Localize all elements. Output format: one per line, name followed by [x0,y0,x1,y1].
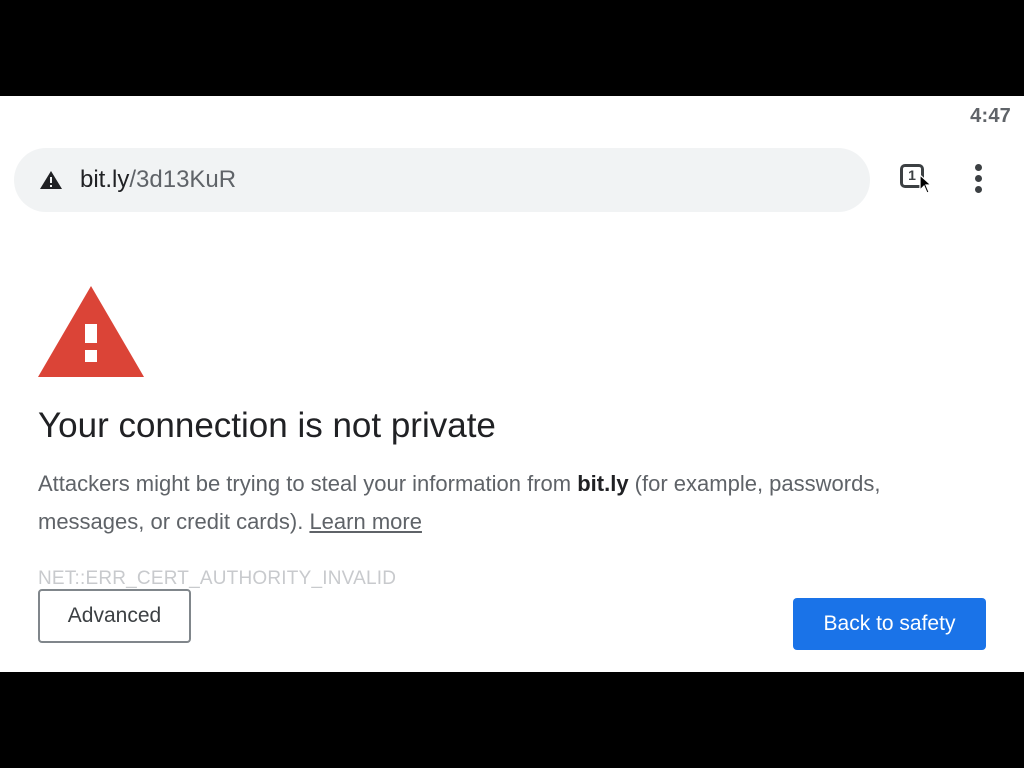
status-bar-time: 4:47 [970,105,1011,127]
menu-dot [975,164,982,171]
message-host: bit.ly [577,471,629,496]
tab-switcher-button[interactable]: 1 [900,164,933,194]
letterbox-top [0,0,1024,96]
page-title: Your connection is not private [38,406,496,445]
url-host: bit.ly [80,166,130,193]
red-warning-triangle-icon [38,286,144,377]
mouse-cursor-icon [919,174,933,194]
learn-more-link[interactable]: Learn more [309,509,422,534]
warning-triangle-icon[interactable] [39,170,63,190]
more-vert-icon[interactable] [966,162,992,196]
url-path: /3d13KuR [129,166,237,193]
address-bar[interactable]: bit.ly/3d13KuR [14,148,870,212]
browser-screen: 4:47 bit.ly/3d13KuR 1 Your connection is… [0,96,1024,672]
back-to-safety-button[interactable]: Back to safety [793,598,986,650]
menu-dot [975,186,982,193]
message-text: Attackers might be trying to steal your … [38,471,578,496]
advanced-button[interactable]: Advanced [38,589,191,643]
letterbox-bottom [0,672,1024,768]
menu-dot [975,175,982,182]
error-code: NET::ERR_CERT_AUTHORITY_INVALID [38,568,397,589]
url-text[interactable]: bit.ly/3d13KuR [80,166,236,194]
error-message: Attackers might be trying to steal your … [38,465,938,541]
